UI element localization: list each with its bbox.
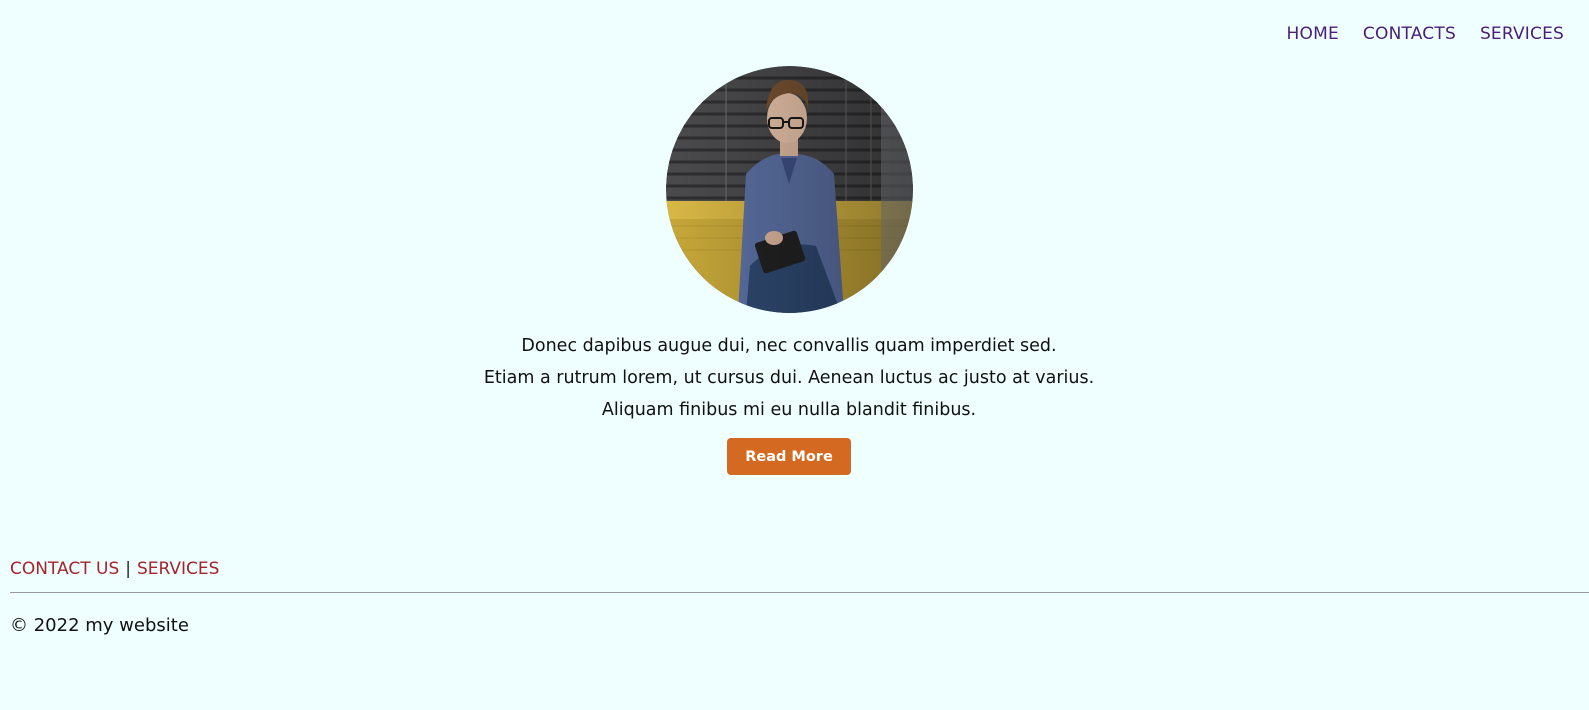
intro-line: Aliquam finibus mi eu nulla blandit fini…: [601, 400, 977, 420]
nav-link-home[interactable]: HOME: [1287, 24, 1339, 44]
intro-line: Donec dapibus augue dui, nec convallis q…: [521, 336, 1057, 356]
profile-photo: [665, 66, 913, 313]
nav-link-services[interactable]: SERVICES: [1480, 24, 1564, 44]
nav-link-contacts[interactable]: CONTACTS: [1363, 24, 1456, 44]
footer-links: CONTACT US | SERVICES: [10, 559, 219, 579]
intro-text: Donec dapibus augue dui, nec convallis q…: [484, 330, 1094, 426]
top-navigation: HOME CONTACTS SERVICES: [1287, 24, 1564, 44]
footer-link-services[interactable]: SERVICES: [137, 559, 219, 579]
intro-line: Etiam a rutrum lorem, ut cursus dui. Aen…: [483, 368, 1095, 388]
footer-divider: [10, 592, 1589, 593]
hero-section: Donec dapibus augue dui, nec convallis q…: [0, 66, 1578, 475]
footer-link-contact-us[interactable]: CONTACT US: [10, 559, 119, 579]
footer-link-separator: |: [125, 559, 131, 579]
read-more-button[interactable]: Read More: [727, 438, 851, 475]
copyright-text: © 2022 my website: [10, 615, 189, 636]
